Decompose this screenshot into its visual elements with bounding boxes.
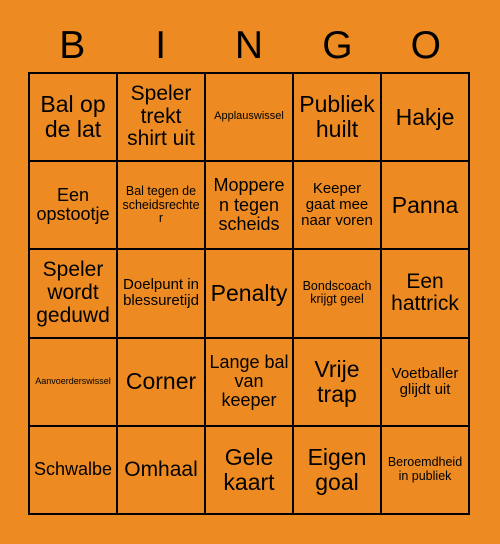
- bingo-cell-r3-c2[interactable]: Doelpunt in blessuretijd: [118, 250, 206, 339]
- bingo-cell-label: Omhaal: [124, 457, 198, 481]
- bingo-cell-r2-c2[interactable]: Bal tegen de scheidsrechter: [118, 162, 206, 251]
- bingo-card: B I N G O Bal op de lat Speler trekt shir…: [0, 0, 500, 544]
- bingo-cell-label: Bondscoach krijgt geel: [302, 278, 372, 307]
- bingo-cell-label: Eigen goal: [307, 444, 367, 495]
- bingo-cell-r4-c3[interactable]: Lange bal van keeper: [206, 338, 294, 427]
- bingo-cell-label: Schwalbe: [33, 459, 113, 480]
- bingo-cell-r1-c1[interactable]: Bal op de lat: [30, 74, 118, 163]
- bingo-cell-label: Bal op de lat: [40, 91, 106, 143]
- bingo-cell-label: Speler wordt geduwd: [36, 258, 110, 327]
- bingo-cell-r5-c2[interactable]: Omhaal: [118, 426, 206, 515]
- bingo-cell-r2-c3[interactable]: Mopperen tegen scheids: [206, 162, 294, 251]
- bingo-cell-label: Keeper gaat mee naar voren: [301, 180, 373, 230]
- bingo-cell-r5-c5[interactable]: Beroemdheid in publiek: [382, 426, 470, 515]
- bingo-cell-label: Corner: [125, 368, 197, 395]
- bingo-cell-r3-c4[interactable]: Bondscoach krijgt geel: [294, 250, 382, 339]
- bingo-grid: Bal op de lat Speler trekt shirt uit Appla…: [28, 72, 470, 515]
- bingo-cell-r3-c3[interactable]: Penalty: [206, 250, 294, 339]
- bingo-cell-label: Mopperen tegen scheids: [213, 175, 285, 234]
- bingo-cell-r5-c1[interactable]: Schwalbe: [30, 426, 118, 515]
- bingo-cell-label: Bal tegen de scheidsrechter: [122, 184, 200, 226]
- bingo-cell-label: Beroemdheid in publiek: [387, 455, 463, 483]
- bingo-cell-r3-c5[interactable]: Een hattrick: [382, 250, 470, 339]
- bingo-cell-r2-c4[interactable]: Keeper gaat mee naar voren: [294, 162, 382, 251]
- bingo-cell-label: Lange bal van keeper: [209, 351, 289, 411]
- bingo-header-letter-g: G: [322, 23, 353, 67]
- bingo-cell-r4-c1[interactable]: Aanvoerderswissel: [30, 338, 118, 427]
- bingo-header: B I N G O: [28, 18, 470, 72]
- bingo-header-letter-n: N: [234, 23, 264, 67]
- bingo-cell-label: Applauswissel: [214, 110, 284, 123]
- bingo-cell-label: Een hattrick: [391, 269, 459, 316]
- bingo-cell-r4-c2[interactable]: Corner: [118, 338, 206, 427]
- bingo-cell-label: Voetballer glijdt uit: [391, 364, 459, 398]
- bingo-cell-r1-c2[interactable]: Speler trekt shirt uit: [118, 74, 206, 163]
- bingo-cell-r2-c1[interactable]: Een opstootje: [30, 162, 118, 251]
- bingo-cell-r1-c5[interactable]: Hakje: [382, 74, 470, 163]
- bingo-header-letter-o: O: [410, 23, 441, 67]
- bingo-cell-label: Penalty: [210, 280, 288, 307]
- bingo-cell-label: Panna: [391, 191, 459, 218]
- bingo-header-letter-b: B: [59, 23, 86, 67]
- bingo-cell-label: Vrije trap: [314, 355, 360, 407]
- bingo-cell-label: Publiek huilt: [299, 91, 375, 143]
- bingo-cell-label: Een opstootje: [36, 184, 110, 225]
- bingo-header-letter-i: I: [155, 23, 167, 67]
- bingo-cell-label: Hakje: [395, 103, 455, 130]
- bingo-cell-label: Speler trekt shirt uit: [127, 82, 195, 151]
- bingo-cell-r1-c4[interactable]: Publiek huilt: [294, 74, 382, 163]
- bingo-cell-label: Aanvoerderswissel: [35, 375, 111, 386]
- bingo-cell-label: Doelpunt in blessuretijd: [123, 276, 199, 310]
- bingo-cell-r5-c4[interactable]: Eigen goal: [294, 426, 382, 515]
- bingo-cell-r2-c5[interactable]: Panna: [382, 162, 470, 251]
- bingo-cell-label: Gele kaart: [223, 444, 275, 495]
- bingo-cell-r1-c3[interactable]: Applauswissel: [206, 74, 294, 163]
- bingo-cell-r4-c4[interactable]: Vrije trap: [294, 338, 382, 427]
- bingo-cell-r4-c5[interactable]: Voetballer glijdt uit: [382, 338, 470, 427]
- bingo-cell-r5-c3[interactable]: Gele kaart: [206, 426, 294, 515]
- bingo-cell-r3-c1[interactable]: Speler wordt geduwd: [30, 250, 118, 339]
